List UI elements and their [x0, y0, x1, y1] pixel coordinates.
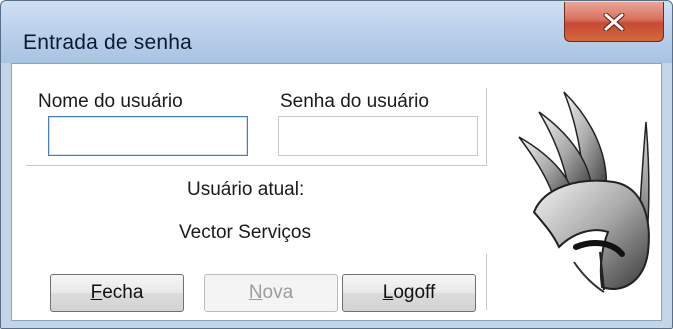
new-password-button[interactable]: Nova [204, 274, 338, 312]
password-input[interactable] [278, 116, 478, 156]
logoff-label: ogoff [393, 282, 436, 303]
winged-helmet-logo [518, 91, 650, 293]
fecha-mnemonic: F [90, 282, 103, 303]
title-bar[interactable]: Entrada de senha [1, 1, 672, 63]
close-dialog-button[interactable]: Fecha [50, 274, 184, 312]
window-title: Entrada de senha [23, 31, 192, 54]
nova-label: ova [262, 282, 294, 303]
current-user-value: Vector Serviços [179, 222, 311, 243]
logoff-button[interactable]: Logoff [342, 274, 476, 312]
current-user-label: Usuário atual: [187, 179, 305, 200]
close-icon [603, 12, 625, 31]
logoff-mnemonic: L [382, 282, 394, 303]
username-label: Nome do usuário [38, 91, 183, 112]
nova-mnemonic: N [248, 282, 263, 303]
fecha-label: echa [102, 282, 144, 303]
login-window: Entrada de senha Nome do usuário Senha d… [0, 0, 673, 329]
password-label: Senha do usuário [280, 91, 429, 112]
dialog-body: Nome do usuário Senha do usuário Usuário… [11, 63, 662, 321]
username-input[interactable] [48, 116, 248, 156]
close-button[interactable] [564, 2, 664, 42]
